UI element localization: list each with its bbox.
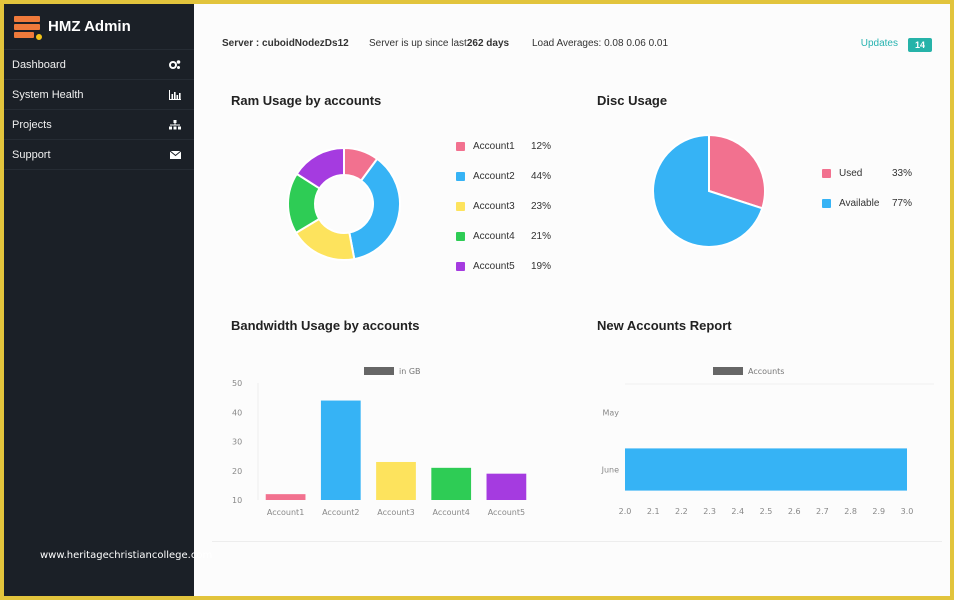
legend-swatch — [456, 262, 465, 271]
y-tick-label: June — [601, 466, 620, 475]
bar-june[interactable] — [625, 448, 907, 491]
sidebar-item-system-health[interactable]: System Health — [4, 80, 194, 110]
sidebar-item-label: Dashboard — [12, 58, 66, 71]
x-tick-label: 3.0 — [901, 507, 914, 516]
main-content: Server : cuboidNodezDs12 Server is up si… — [194, 4, 950, 596]
x-tick-label: 2.0 — [619, 507, 632, 516]
sidebar-item-support[interactable]: Support — [4, 140, 194, 170]
ram-usage-doughnut-chart — [287, 146, 401, 261]
legend-value: 19% — [531, 261, 552, 272]
x-tick-label: Account2 — [322, 508, 359, 517]
legend-label: Account1 — [473, 141, 515, 152]
y-tick-label: May — [602, 409, 619, 418]
brand[interactable]: HMZ Admin — [4, 4, 194, 50]
x-tick-label: 2.8 — [844, 507, 857, 516]
uptime-value: 262 days — [466, 38, 510, 49]
bar-chart-icon — [168, 89, 182, 101]
x-tick-label: Account1 — [267, 508, 304, 517]
bar-account2[interactable] — [320, 400, 361, 500]
envelope-icon — [168, 149, 182, 161]
legend-item-account4[interactable]: Account4 21% — [456, 231, 551, 242]
x-tick-label: 2.3 — [703, 507, 716, 516]
x-tick-label: Account5 — [488, 508, 525, 517]
legend-label: Account4 — [473, 231, 515, 242]
x-tick-label: Account3 — [377, 508, 414, 517]
legend-value: 21% — [531, 231, 552, 242]
legend-label: Available — [839, 198, 880, 209]
server-logo-icon — [14, 14, 44, 42]
x-tick-label: 2.1 — [647, 507, 660, 516]
legend-value: 33% — [892, 168, 913, 179]
x-tick-label: 2.2 — [675, 507, 688, 516]
legend-swatch — [456, 232, 465, 241]
bar-account5[interactable] — [486, 473, 527, 500]
legend-value: 77% — [892, 198, 913, 209]
y-tick-label: 30 — [232, 438, 242, 447]
x-tick-label: 2.5 — [760, 507, 773, 516]
legend-label: Account2 — [473, 171, 515, 182]
legend-item-account5[interactable]: Account5 19% — [456, 261, 551, 272]
server-uptime: Server is up since last262 days — [369, 38, 509, 49]
sidebar: HMZ Admin Dashboard System Health Projec… — [4, 4, 194, 596]
legend-item-account1[interactable]: Account1 12% — [456, 141, 551, 152]
y-tick-label: 40 — [232, 408, 242, 417]
footer-divider — [212, 541, 942, 542]
disc-usage-pie-chart — [652, 133, 766, 248]
sitemap-icon — [168, 119, 182, 131]
y-tick-label: 50 — [232, 379, 242, 388]
legend-label: Accounts — [748, 367, 784, 376]
x-tick-label: 2.4 — [731, 507, 744, 516]
new-accounts-title: New Accounts Report — [597, 318, 732, 333]
sidebar-item-label: System Health — [12, 88, 84, 101]
y-tick-label: 20 — [232, 467, 242, 476]
gears-icon — [168, 59, 182, 71]
uptime-prefix: Server is up since last — [369, 38, 467, 49]
sidebar-item-label: Projects — [12, 118, 52, 131]
bandwidth-bar-chart: in GB 10 20 30 40 50 Account1 Account2 Account3 A… — [232, 367, 527, 517]
app-frame: HMZ Admin Dashboard System Health Projec… — [4, 4, 950, 596]
legend-value: 23% — [531, 201, 552, 212]
legend-item-account2[interactable]: Account2 44% — [456, 171, 551, 182]
bar-account1[interactable] — [265, 494, 306, 500]
sidebar-item-dashboard[interactable]: Dashboard — [4, 50, 194, 80]
legend-item-available[interactable]: Available 77% — [822, 198, 912, 209]
legend-swatch — [456, 142, 465, 151]
legend-swatch — [822, 199, 831, 208]
sidebar-item-label: Support — [12, 148, 51, 161]
disc-usage-title: Disc Usage — [597, 93, 668, 108]
sidebar-item-projects[interactable]: Projects — [4, 110, 194, 140]
load-averages: Load Averages: 0.08 0.06 0.01 — [532, 38, 669, 49]
server-name: Server : cuboidNodezDs12 — [222, 38, 349, 49]
legend-value: 44% — [531, 171, 552, 182]
legend-label: Account5 — [473, 261, 515, 272]
bar-account4[interactable] — [431, 467, 472, 500]
legend-label: Used — [839, 168, 863, 179]
legend-item-used[interactable]: Used 33% — [822, 168, 912, 179]
legend-swatch — [822, 169, 831, 178]
legend-swatch — [713, 367, 743, 375]
bandwidth-usage-title: Bandwidth Usage by accounts — [231, 318, 420, 333]
x-tick-label: 2.6 — [788, 507, 801, 516]
server-status-bar: Server : cuboidNodezDs12 Server is up si… — [222, 38, 932, 52]
legend-label: in GB — [399, 367, 421, 376]
x-tick-label: 2.7 — [816, 507, 829, 516]
legend-swatch — [364, 367, 394, 375]
legend-value: 12% — [531, 141, 552, 152]
new-accounts-bar-chart: Accounts May June 2.0 2.1 2.2 2.3 2.4 2.5 2.6 2.7 2… — [601, 367, 934, 516]
watermark-text: www.heritagechristiancollege.com — [40, 550, 213, 561]
ram-usage-title: Ram Usage by accounts — [231, 93, 382, 108]
y-tick-label: 10 — [232, 496, 242, 505]
x-tick-label: 2.9 — [872, 507, 885, 516]
legend-swatch — [456, 172, 465, 181]
updates-link[interactable]: Updates — [861, 38, 898, 49]
bar-account3[interactable] — [376, 461, 416, 500]
legend-swatch — [456, 202, 465, 211]
x-tick-label: Account4 — [433, 508, 470, 517]
app-title: HMZ Admin — [48, 18, 131, 35]
legend-item-account3[interactable]: Account3 23% — [456, 201, 551, 212]
updates-count-badge[interactable]: 14 — [907, 38, 932, 52]
legend-label: Account3 — [473, 201, 515, 212]
